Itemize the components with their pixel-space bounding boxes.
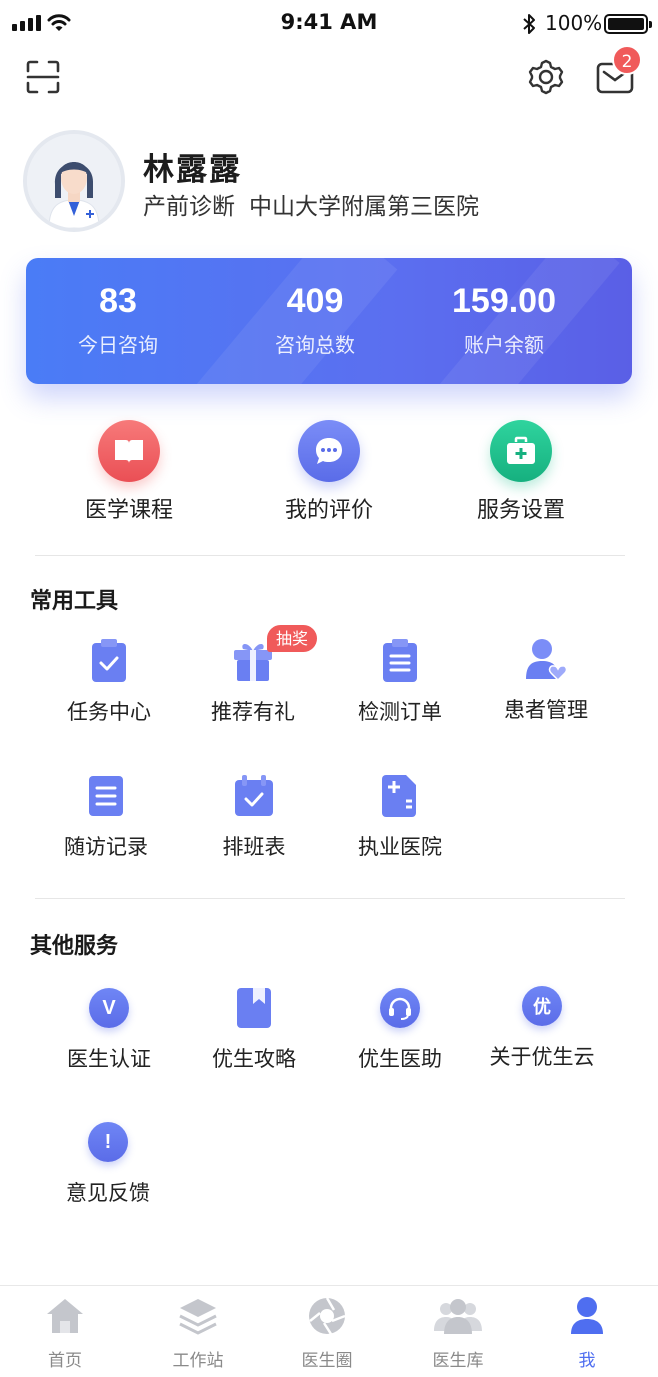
gear-icon[interactable] xyxy=(527,58,565,96)
stat-balance[interactable]: 159.00 账户余额 xyxy=(404,282,604,358)
service-feedback[interactable]: ! 意见反馈 xyxy=(33,1119,183,1207)
section-divider xyxy=(35,898,625,899)
tab-label: 工作站 xyxy=(172,1351,224,1371)
patient-icon xyxy=(523,636,569,682)
stat-value: 409 xyxy=(286,282,344,320)
status-bar: 9:41 AM 100% xyxy=(0,0,658,46)
tool-label: 执业医院 xyxy=(358,835,442,859)
doctor-avatar-icon xyxy=(27,134,121,228)
service-label: 优生医助 xyxy=(358,1047,442,1071)
tab-workstation[interactable]: 工作站 xyxy=(143,1294,253,1371)
tool-task-center[interactable]: 任务中心 xyxy=(34,638,184,726)
about-icon: 优 xyxy=(519,983,565,1029)
comment-icon xyxy=(298,420,360,482)
verify-icon: V xyxy=(86,985,132,1031)
lottery-badge: 抽奖 xyxy=(267,625,317,652)
bluetooth-icon xyxy=(523,14,535,34)
service-label: 意见反馈 xyxy=(66,1181,150,1205)
tab-home[interactable]: 首页 xyxy=(10,1294,120,1371)
tab-label: 我 xyxy=(578,1351,596,1371)
tool-label: 随访记录 xyxy=(64,835,148,859)
service-medical-assistant[interactable]: 优生医助 xyxy=(325,985,475,1073)
battery-percent: 100% xyxy=(545,11,603,35)
quick-service-settings[interactable]: 服务设置 xyxy=(441,420,601,524)
calendar-check-icon xyxy=(231,773,277,819)
service-doctor-verification[interactable]: V 医生认证 xyxy=(34,985,184,1073)
clipboard-list-icon xyxy=(377,638,423,684)
quick-medical-course[interactable]: 医学课程 xyxy=(49,420,209,524)
tools-section-title: 常用工具 xyxy=(30,589,119,614)
service-label: 医生认证 xyxy=(67,1047,151,1071)
bottom-tab-bar: 首页 工作站 医生圈 医生库 我 xyxy=(0,1285,658,1377)
tool-label: 检测订单 xyxy=(358,700,442,724)
stat-value: 159.00 xyxy=(452,282,556,320)
stats-card: 83 今日咨询 409 咨询总数 159.00 账户余额 xyxy=(26,258,632,384)
bookmark-icon xyxy=(231,985,277,1031)
tool-label: 任务中心 xyxy=(67,700,151,724)
tab-doctor-library[interactable]: 医生库 xyxy=(403,1294,513,1371)
tab-label: 首页 xyxy=(48,1351,82,1371)
tab-doctor-circle[interactable]: 医生圈 xyxy=(272,1294,382,1371)
headset-icon xyxy=(377,985,423,1031)
tool-patient-management[interactable]: 患者管理 xyxy=(471,636,621,724)
service-label: 关于优生云 xyxy=(489,1045,595,1069)
user-icon xyxy=(532,1294,642,1338)
document-icon xyxy=(83,773,129,819)
hospital-icon xyxy=(377,773,423,819)
stat-label: 咨询总数 xyxy=(275,333,355,357)
stat-value: 83 xyxy=(99,282,137,320)
service-about[interactable]: 优 关于优生云 xyxy=(467,983,617,1071)
group-icon xyxy=(403,1294,513,1338)
message-count-badge: 2 xyxy=(612,45,642,75)
doctor-info: 产前诊断 中山大学附属第三医院 xyxy=(143,187,479,221)
tool-practice-hospital[interactable]: 执业医院 xyxy=(325,773,475,861)
scan-icon[interactable] xyxy=(26,60,60,94)
tool-follow-up-records[interactable]: 随访记录 xyxy=(31,773,181,861)
layers-icon xyxy=(143,1294,253,1338)
feedback-icon: ! xyxy=(85,1119,131,1165)
doctor-name: 林露露 xyxy=(143,152,242,188)
tool-label: 排班表 xyxy=(222,835,286,859)
stat-today-consult[interactable]: 83 今日咨询 xyxy=(26,282,218,358)
tool-label: 患者管理 xyxy=(504,698,588,722)
quick-my-reviews[interactable]: 我的评价 xyxy=(249,420,409,524)
clipboard-check-icon xyxy=(86,638,132,684)
services-section-title: 其他服务 xyxy=(30,934,119,959)
avatar[interactable] xyxy=(23,130,125,232)
quick-label: 我的评价 xyxy=(284,498,373,523)
section-divider xyxy=(35,555,625,556)
tab-label: 医生圈 xyxy=(301,1351,353,1371)
service-eugenics-guide[interactable]: 优生攻略 xyxy=(179,985,329,1073)
tab-me[interactable]: 我 xyxy=(532,1294,642,1371)
tab-label: 医生库 xyxy=(432,1351,484,1371)
tool-label: 推荐有礼 xyxy=(211,700,295,724)
book-icon xyxy=(98,420,160,482)
quick-label: 服务设置 xyxy=(476,498,565,523)
service-label: 优生攻略 xyxy=(212,1047,296,1071)
stat-total-consult[interactable]: 409 咨询总数 xyxy=(215,282,415,358)
stat-label: 账户余额 xyxy=(464,333,544,357)
tool-test-orders[interactable]: 检测订单 xyxy=(325,638,475,726)
battery-icon xyxy=(604,14,652,34)
tool-schedule[interactable]: 排班表 xyxy=(179,773,329,861)
quick-label: 医学课程 xyxy=(84,498,173,523)
stat-label: 今日咨询 xyxy=(78,333,158,357)
doctor-hospital: 中山大学附属第三医院 xyxy=(249,194,479,220)
medkit-icon xyxy=(490,420,552,482)
doctor-department: 产前诊断 xyxy=(143,194,235,220)
home-icon xyxy=(10,1294,120,1338)
aperture-icon xyxy=(272,1294,382,1338)
